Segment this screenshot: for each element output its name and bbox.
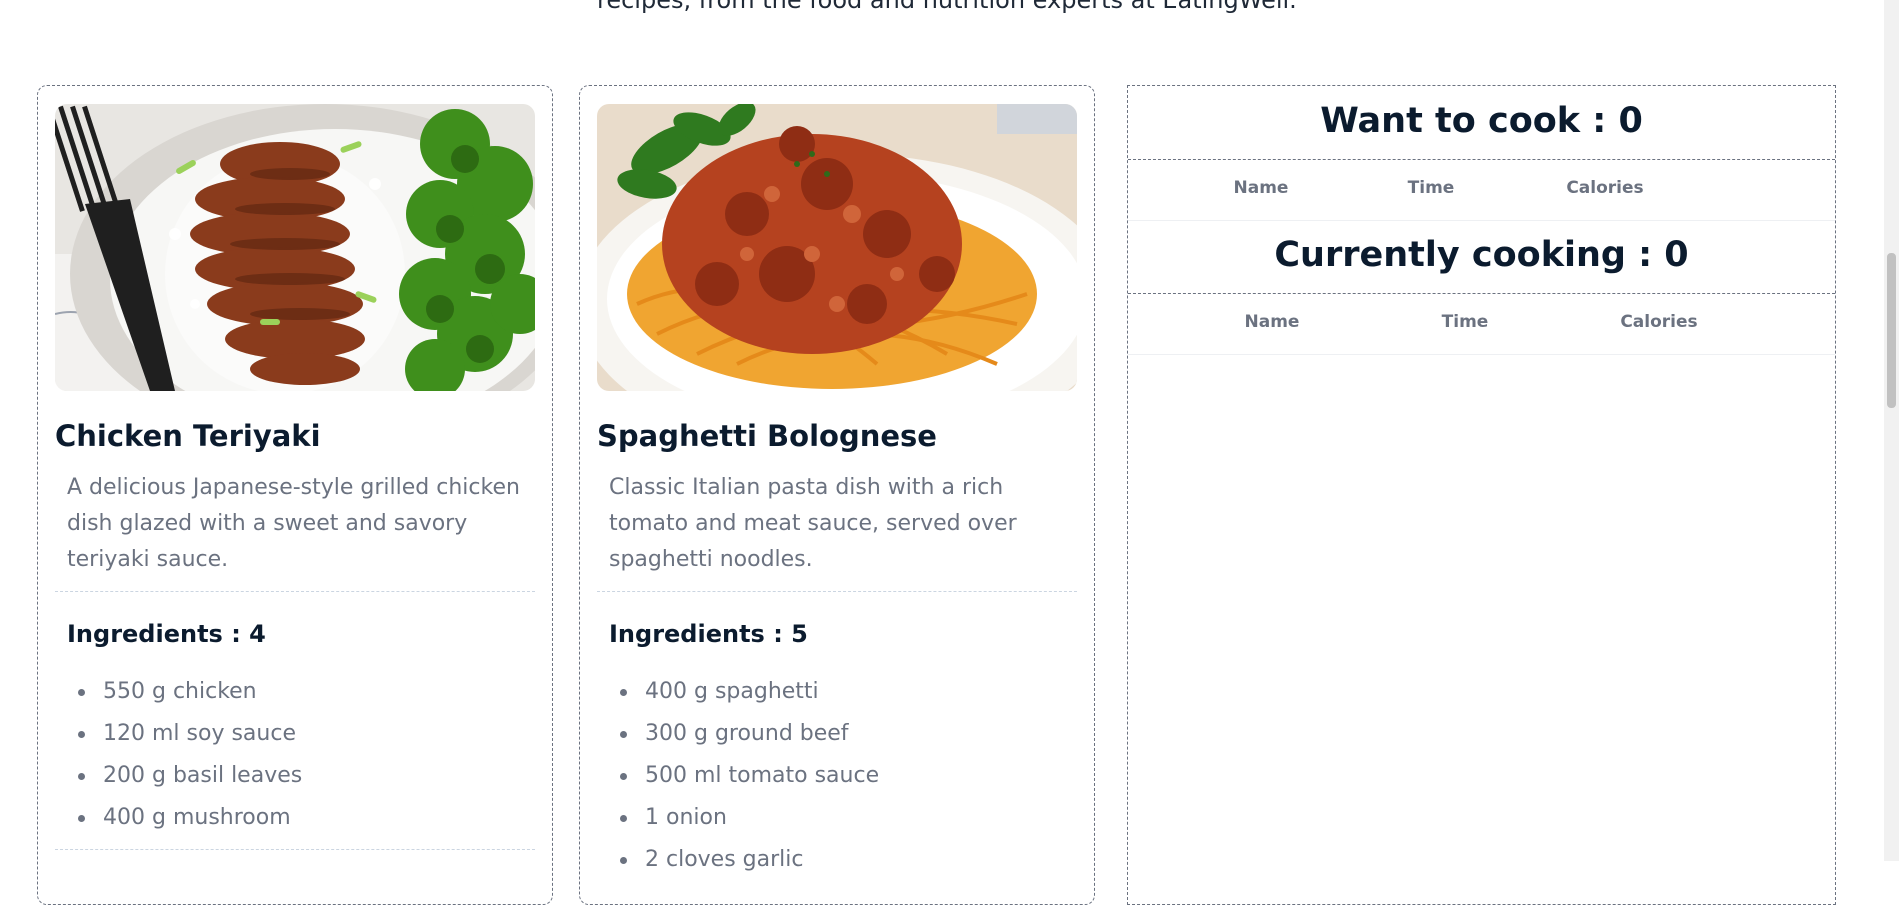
ingredients-heading: Ingredients : 4 <box>67 620 266 648</box>
divider <box>55 849 535 850</box>
column-header-time: Time <box>1407 178 1455 198</box>
recipe-description: Classic Italian pasta dish with a rich t… <box>609 475 1017 572</box>
page-scrollbar[interactable] <box>1884 0 1899 861</box>
column-header-name: Name <box>1233 178 1289 198</box>
ingredient-item: 120 ml soy sauce <box>67 713 302 755</box>
ingredient-item: 500 ml tomato sauce <box>609 755 879 797</box>
ingredients-heading: Ingredients : 5 <box>609 620 808 648</box>
table-divider <box>1128 354 1835 355</box>
ingredient-item: 400 g mushroom <box>67 797 302 839</box>
divider <box>1128 293 1835 294</box>
divider <box>1128 159 1835 160</box>
column-header-calories: Calories <box>1620 312 1698 332</box>
ingredients-list: 550 g chicken 120 ml soy sauce 200 g bas… <box>67 671 302 839</box>
ingredient-item: 1 onion <box>609 797 879 839</box>
ingredient-item: 300 g ground beef <box>609 713 879 755</box>
column-header-time: Time <box>1441 312 1489 332</box>
intro-text: recipes, from the food and nutrition exp… <box>597 0 1297 14</box>
ingredient-item: 400 g spaghetti <box>609 671 879 713</box>
divider <box>597 591 1077 592</box>
recipe-description: A delicious Japanese-style grilled chick… <box>67 475 520 572</box>
scrollbar-thumb[interactable] <box>1887 253 1896 408</box>
cooking-sidebar: Want to cook : 0 Name Time Calories Curr… <box>1127 85 1836 905</box>
divider <box>55 591 535 592</box>
recipe-card: Spaghetti Bolognese Classic Italian past… <box>579 85 1095 905</box>
ingredients-list: 400 g spaghetti 300 g ground beef 500 ml… <box>609 671 879 881</box>
ingredient-item: 2 cloves garlic <box>609 839 879 881</box>
recipe-card: Chicken Teriyaki A delicious Japanese-st… <box>37 85 553 905</box>
column-header-calories: Calories <box>1566 178 1644 198</box>
recipe-title: Spaghetti Bolognese <box>597 419 937 453</box>
recipe-title: Chicken Teriyaki <box>55 419 321 453</box>
ingredient-item: 550 g chicken <box>67 671 302 713</box>
table-divider <box>1128 220 1835 221</box>
column-header-name: Name <box>1244 312 1300 332</box>
currently-cooking-heading: Currently cooking : 0 <box>1274 235 1689 275</box>
ingredient-item: 200 g basil leaves <box>67 755 302 797</box>
want-to-cook-heading: Want to cook : 0 <box>1320 101 1643 141</box>
recipe-image-spaghetti-bolognese <box>597 104 1077 391</box>
recipe-image-chicken-teriyaki <box>55 104 535 391</box>
